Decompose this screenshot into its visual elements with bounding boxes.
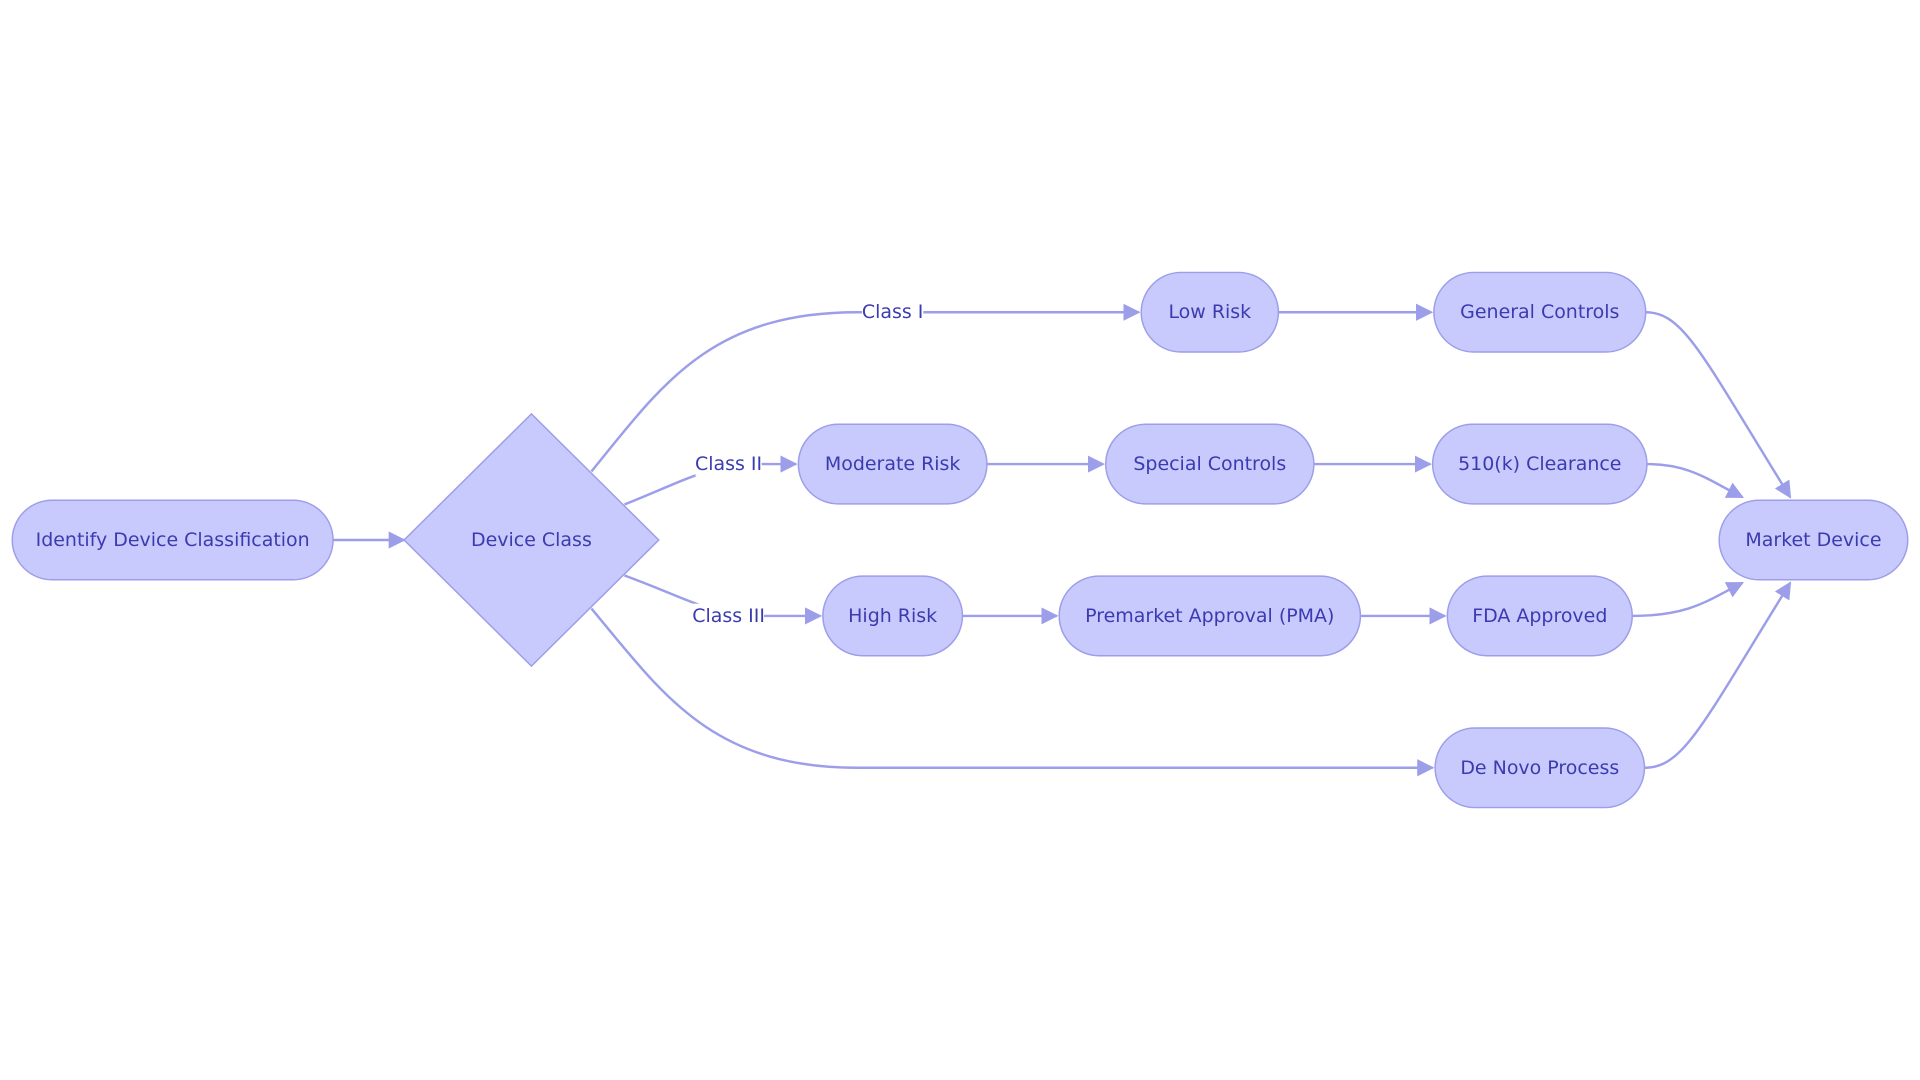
edge-denovo-market [1644,581,1792,769]
edge-label-class-3: Class III [692,605,765,627]
node-moderate-risk: Moderate Risk [825,453,961,475]
node-special-controls: Special Controls [1133,453,1286,475]
node-general-controls: General Controls [1460,301,1619,323]
edge-fda-market [1632,581,1744,618]
edge-general-market [1645,311,1792,499]
node-high-risk: High Risk [848,605,937,627]
node-device-class: Device Class [471,529,592,551]
edge-label-class-2: Class II [695,453,762,475]
edge-510k-market [1646,462,1744,499]
node-clearance-510k: 510(k) Clearance [1458,453,1621,475]
node-pma: Premarket Approval (PMA) [1085,605,1334,627]
flowchart: Class I Class II Class III Device Class … [11,271,1909,809]
edge-label-class-1: Class I [862,301,924,323]
nodes: Device Class Identify Device Classificat… [11,271,1909,809]
node-market-device: Market Device [1745,529,1881,551]
node-de-novo: De Novo Process [1460,757,1619,779]
node-low-risk: Low Risk [1168,301,1251,323]
node-fda-approved: FDA Approved [1472,605,1607,627]
node-identify: Identify Device Classification [36,529,310,551]
